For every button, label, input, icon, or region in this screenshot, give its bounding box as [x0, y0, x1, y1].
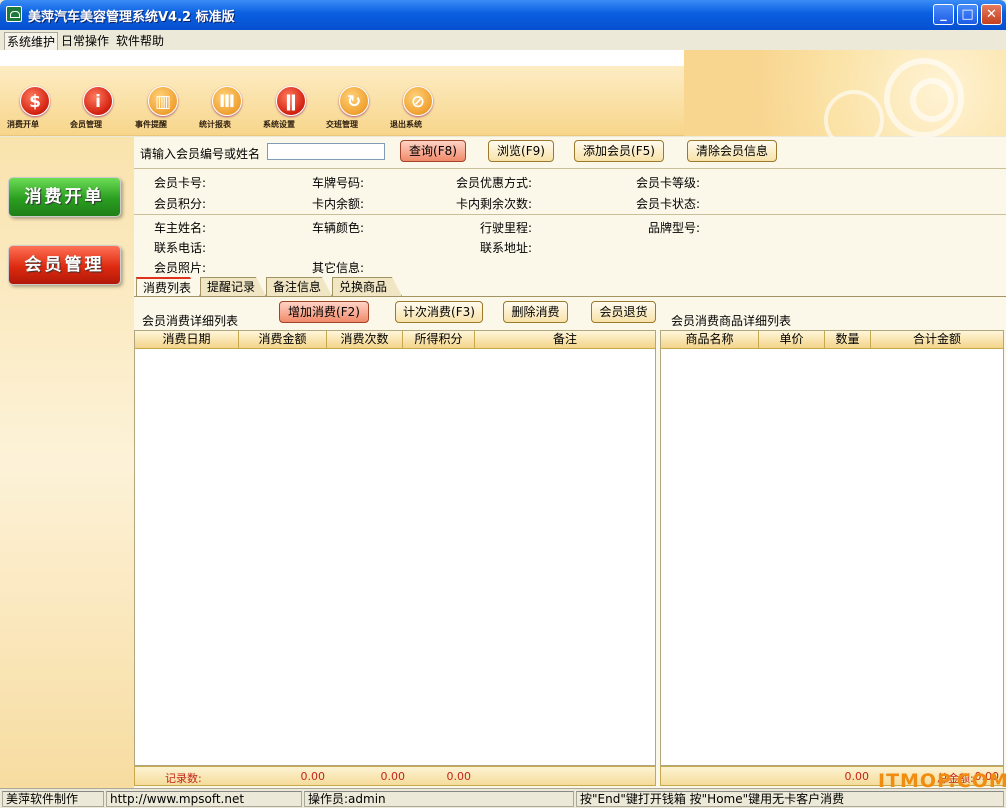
discount-label: 会员优惠方式:: [456, 176, 533, 190]
column-header[interactable]: 消费次数: [327, 331, 403, 349]
column-header[interactable]: 备注: [475, 331, 655, 349]
owner-label: 车主姓名:: [154, 221, 207, 235]
right-panel-title: 会员消费商品详细列表: [671, 314, 792, 328]
tab-notes[interactable]: 备注信息: [266, 277, 332, 296]
card-status-label: 会员卡状态:: [636, 197, 701, 211]
status-operator: 操作员:admin: [304, 791, 574, 807]
exit-icon: ⊘: [403, 86, 433, 116]
toolbar-label: 退出系统: [390, 120, 422, 129]
toolbar-member[interactable]: i 会员管理: [70, 84, 126, 132]
toolbar-exit[interactable]: ⊘ 退出系统: [390, 84, 446, 132]
count-consume-button[interactable]: 计次消费(F3): [395, 301, 483, 323]
column-header[interactable]: 商品名称: [661, 331, 759, 349]
consume-table-header: 消费日期 消费金额 消费次数 所得积分 备注: [135, 331, 655, 349]
shift-icon: ↻: [339, 86, 369, 116]
query-button[interactable]: 查询(F8): [400, 140, 466, 162]
column-header[interactable]: 单价: [759, 331, 825, 349]
status-bar: 美萍软件制作 http://www.mpsoft.net 操作员:admin 按…: [0, 788, 1006, 808]
count-total: 0.00: [380, 770, 406, 783]
status-hint: 按"End"键打开钱箱 按"Home"键用无卡客户消费: [576, 791, 1004, 807]
toolbar-reminder[interactable]: ▥ 事件提醒: [135, 84, 191, 132]
balance-label: 卡内余额:: [312, 197, 365, 211]
column-header[interactable]: 合计金额: [871, 331, 1003, 349]
decorative-banner: [684, 50, 1006, 150]
consume-table-footer: 记录数: 0.00 0.00 0.00: [134, 766, 656, 786]
browse-button[interactable]: 浏览(F9): [488, 140, 554, 162]
sidebar-consume-button[interactable]: 消费开单: [8, 177, 121, 217]
dollar-icon: $: [20, 86, 50, 116]
menu-daily[interactable]: 日常操作: [59, 32, 111, 49]
goods-amount-total: 0.00: [844, 770, 870, 783]
model-label: 品牌型号:: [648, 221, 701, 235]
sidebar: 消费开单 会员管理: [0, 137, 134, 788]
toolbar-label: 交班管理: [326, 120, 358, 129]
main-panel: 请输入会员编号或姓名 查询(F8) 浏览(F9) 添加会员(F5) 清除会员信息…: [134, 137, 1006, 788]
remaining-label: 卡内剩余次数:: [456, 197, 533, 211]
photo-label: 会员照片:: [154, 261, 207, 275]
toolbar-report[interactable]: Ⅲ 统计报表: [199, 84, 255, 132]
search-input[interactable]: [267, 143, 385, 160]
chart-icon: Ⅲ: [212, 86, 242, 116]
refund-button[interactable]: 会员退货: [591, 301, 656, 323]
card-no-label: 会员卡号:: [154, 176, 207, 190]
column-header[interactable]: 数量: [825, 331, 871, 349]
toolbar: $ 消费开单 i 会员管理 ▥ 事件提醒 Ⅲ 统计报表 ǁ 系统设置 ↻ 交班管…: [0, 66, 684, 136]
delete-consume-button[interactable]: 删除消费: [503, 301, 568, 323]
column-header[interactable]: 所得积分: [403, 331, 475, 349]
tab-consume-list[interactable]: 消费列表: [136, 277, 200, 296]
color-label: 车辆颜色:: [312, 221, 365, 235]
toolbar-area: $ 消费开单 i 会员管理 ▥ 事件提醒 Ⅲ 统计报表 ǁ 系统设置 ↻ 交班管…: [0, 50, 1006, 150]
add-member-button[interactable]: 添加会员(F5): [574, 140, 664, 162]
menu-bar: 系统维护 日常操作 软件帮助: [0, 30, 1006, 51]
records-label: 记录数:: [165, 772, 202, 785]
toolbar-label: 系统设置: [263, 120, 295, 129]
plate-label: 车牌号码:: [312, 176, 365, 190]
goods-table[interactable]: 商品名称 单价 数量 合计金额: [660, 330, 1004, 766]
other-label: 其它信息:: [312, 261, 365, 275]
goods-table-header: 商品名称 单价 数量 合计金额: [661, 331, 1003, 349]
maximize-button[interactable]: □: [957, 4, 978, 25]
mileage-label: 行驶里程:: [480, 221, 533, 235]
toolbar-settings[interactable]: ǁ 系统设置: [263, 84, 319, 132]
points-total: 0.00: [446, 770, 472, 783]
search-label: 请输入会员编号或姓名: [140, 147, 261, 161]
status-url: http://www.mpsoft.net: [106, 791, 302, 807]
member-icon: i: [83, 86, 113, 116]
tab-reminders[interactable]: 提醒记录: [200, 277, 266, 296]
column-header[interactable]: 消费金额: [239, 331, 327, 349]
left-panel-title: 会员消费详细列表: [142, 314, 239, 328]
menu-help[interactable]: 软件帮助: [114, 32, 166, 49]
close-button[interactable]: ✕: [981, 4, 1002, 25]
status-vendor: 美萍软件制作: [2, 791, 104, 807]
toolbar-shift[interactable]: ↻ 交班管理: [326, 84, 382, 132]
calendar-icon: ▥: [148, 86, 178, 116]
card-level-label: 会员卡等级:: [636, 176, 701, 190]
tab-exchange[interactable]: 兑换商品: [332, 277, 402, 296]
toolbar-consume[interactable]: $ 消费开单: [7, 84, 63, 132]
toolbar-label: 事件提醒: [135, 120, 167, 129]
settings-icon: ǁ: [276, 86, 306, 116]
points-label: 会员积分:: [154, 197, 207, 211]
toolbar-label: 会员管理: [70, 120, 102, 129]
title-bar: 美萍汽车美容管理系统V4.2 标准版 _ □ ✕: [0, 0, 1006, 30]
minimize-button[interactable]: _: [933, 4, 954, 25]
clear-member-button[interactable]: 清除会员信息: [687, 140, 777, 162]
toolbar-label: 统计报表: [199, 120, 231, 129]
app-icon: [6, 6, 22, 22]
menu-system[interactable]: 系统维护: [4, 32, 59, 51]
consume-table[interactable]: 消费日期 消费金额 消费次数 所得积分 备注: [134, 330, 656, 766]
address-label: 联系地址:: [480, 241, 533, 255]
window-title: 美萍汽车美容管理系统V4.2 标准版: [28, 10, 235, 25]
phone-label: 联系电话:: [154, 241, 207, 255]
amount-total: 0.00: [300, 770, 326, 783]
toolbar-label: 消费开单: [7, 120, 39, 129]
column-header[interactable]: 消费日期: [135, 331, 239, 349]
sidebar-member-button[interactable]: 会员管理: [8, 245, 121, 285]
add-consume-button[interactable]: 增加消费(F2): [279, 301, 369, 323]
